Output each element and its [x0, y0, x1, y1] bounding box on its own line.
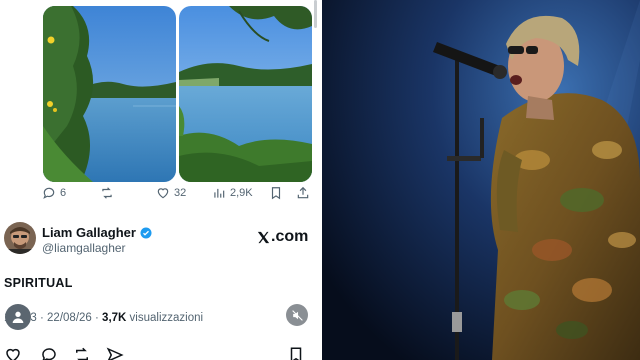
lake-photo-image	[179, 6, 312, 182]
bookmark-icon	[271, 187, 281, 200]
tweet-date: · 22/08/26 ·	[40, 312, 99, 324]
tweet-meta-text: 13 · 22/08/26 · 3,7K visualizzazioni	[4, 312, 203, 324]
scrollbar[interactable]	[314, 0, 317, 28]
send-icon[interactable]	[106, 346, 124, 360]
x-logo-text: .com	[271, 228, 309, 245]
bookmark-button[interactable]	[269, 186, 283, 200]
tweet-photo-lake-2[interactable]	[179, 6, 312, 182]
author-name-text: Liam Gallagher	[42, 225, 136, 240]
tweet-meta: 13 · 22/08/26 · 3,7K visualizzazioni	[0, 304, 322, 332]
concert-photo-image	[322, 0, 640, 360]
author-handle[interactable]: @liamgallagher	[42, 241, 126, 255]
tweet-views-count: 3,7K	[102, 312, 127, 324]
tweet-author: Liam Gallagher @liamgallagher .com	[0, 222, 322, 258]
account-overlay-button[interactable]	[5, 304, 31, 330]
author-name[interactable]: Liam Gallagher	[42, 225, 152, 240]
mute-icon	[291, 309, 303, 321]
share-button[interactable]	[296, 186, 310, 200]
x-com-logo: .com	[256, 228, 308, 246]
views-icon	[214, 188, 225, 198]
lake-photo-image	[43, 6, 176, 182]
tweet-photo-lake-1[interactable]	[43, 6, 176, 182]
reply-button[interactable]: 6	[42, 186, 66, 200]
reply-icon	[43, 187, 55, 199]
like-count: 32	[174, 187, 187, 199]
tweet-action-bar: 6 32 2,9K	[42, 186, 314, 204]
like-button[interactable]: 32	[156, 186, 186, 200]
verified-icon	[140, 227, 152, 238]
reply-count: 6	[60, 187, 67, 199]
concert-photo	[322, 0, 640, 360]
tweet-time-tail: 3	[30, 312, 37, 324]
reply-icon[interactable]	[40, 346, 58, 360]
views-button[interactable]: 2,9K	[212, 186, 253, 200]
bookmark-icon[interactable]	[287, 346, 305, 360]
retweet-icon[interactable]	[73, 346, 91, 360]
like-icon	[157, 188, 169, 199]
retweet-icon	[102, 187, 112, 199]
views-count: 2,9K	[230, 187, 253, 199]
share-icon	[297, 186, 309, 199]
tweet-views-label: visualizzazioni	[129, 312, 204, 324]
avatar-image	[4, 222, 36, 254]
user-icon	[12, 311, 24, 323]
x-logo-icon	[257, 231, 270, 243]
tweet-text: SPIRITUAL	[4, 276, 73, 290]
bottom-action-bar	[0, 344, 322, 360]
retweet-button[interactable]	[100, 186, 114, 200]
mute-button[interactable]	[286, 304, 308, 326]
avatar[interactable]	[4, 222, 36, 254]
like-icon[interactable]	[4, 346, 22, 360]
tweet-card: 6 32 2,9K Liam Gallagher @liamgallagher …	[0, 0, 322, 360]
